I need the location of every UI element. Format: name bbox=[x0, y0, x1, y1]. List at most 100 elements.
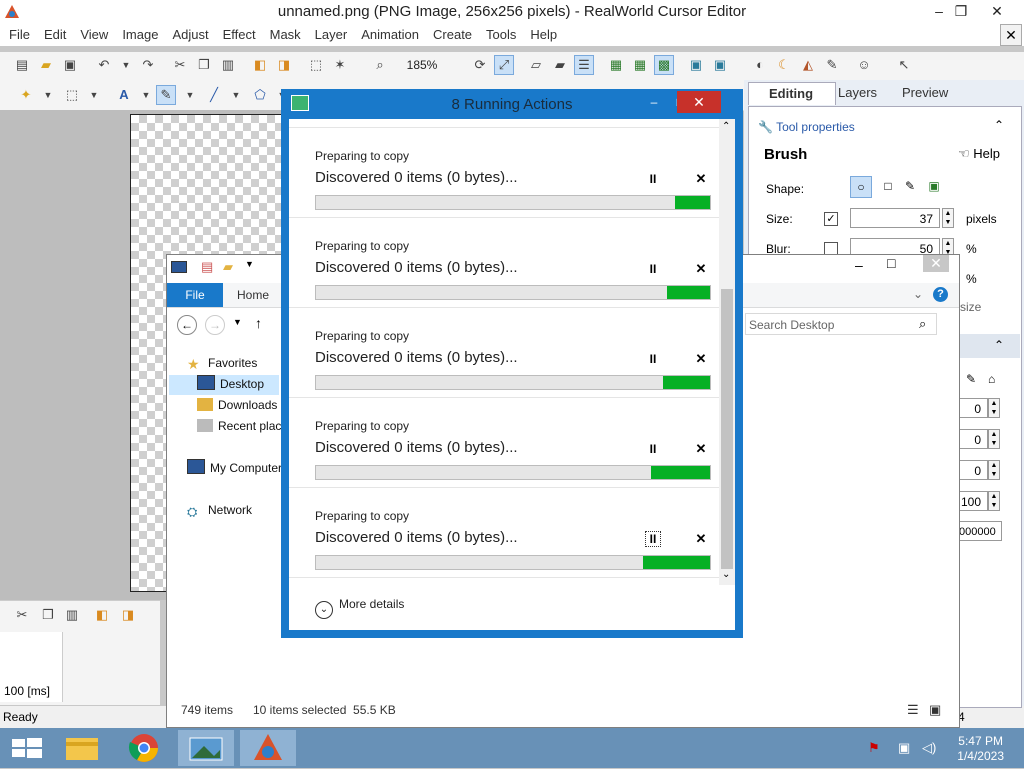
collapse-icon[interactable]: ⌃ bbox=[994, 118, 1004, 132]
menu-view[interactable]: View bbox=[73, 24, 115, 46]
explorer-minimize-icon[interactable]: – bbox=[855, 257, 863, 273]
layer-copy-icon[interactable]: ◧ bbox=[250, 55, 270, 75]
large-icons-view-icon[interactable]: ▣ bbox=[929, 702, 941, 718]
moon-icon[interactable]: ☾ bbox=[774, 55, 794, 75]
brush-icon[interactable]: ✎ bbox=[822, 55, 842, 75]
search-icon[interactable]: ⌕ bbox=[919, 316, 926, 332]
scroll-up-icon[interactable]: ⌃ bbox=[722, 121, 730, 132]
picture-alt-icon[interactable]: ▣ bbox=[710, 55, 730, 75]
square-shape-icon[interactable]: □ bbox=[878, 176, 898, 196]
menu-file[interactable]: File bbox=[2, 24, 37, 46]
shape-tool-icon[interactable]: ⬠ bbox=[250, 85, 270, 105]
line-tool-icon[interactable]: ╱ bbox=[204, 85, 224, 105]
picture-icon[interactable]: ▣ bbox=[686, 55, 706, 75]
nav-favorites[interactable]: ★ Favorites bbox=[187, 353, 257, 373]
num-spinner-2[interactable]: ▲ ▼ bbox=[988, 429, 1000, 449]
anim-copy-icon[interactable]: ❐ bbox=[38, 605, 58, 625]
anim-duplicate-icon[interactable]: ◨ bbox=[118, 605, 138, 625]
quick-access-dropdown-icon[interactable]: ▼ bbox=[245, 259, 254, 269]
pen-shape-icon[interactable]: ✎ bbox=[900, 176, 920, 196]
nav-my-computer[interactable]: My Computer bbox=[187, 458, 281, 478]
pause-icon[interactable]: II bbox=[645, 351, 661, 367]
new-icon[interactable]: ▤ bbox=[12, 55, 32, 75]
menu-effect[interactable]: Effect bbox=[216, 24, 263, 46]
nav-desktop[interactable]: Desktop bbox=[197, 374, 264, 394]
anim-paste-icon[interactable]: ▥ bbox=[62, 605, 82, 625]
new-folder-icon[interactable]: ▰ bbox=[223, 259, 233, 275]
forward-icon[interactable]: → bbox=[205, 315, 225, 335]
pause-icon[interactable]: II bbox=[645, 261, 661, 277]
dialog-minimize-button[interactable]: – bbox=[641, 91, 667, 113]
brush-tool-icon[interactable]: ✎ bbox=[156, 85, 176, 105]
paste-icon[interactable]: ▥ bbox=[218, 55, 238, 75]
size-spinner[interactable]: ▲ ▼ bbox=[942, 208, 954, 228]
ribbon-expand-icon[interactable]: ⌄ bbox=[913, 287, 923, 301]
actual-size-icon[interactable]: ⤢ bbox=[494, 55, 514, 75]
num-spinner-1[interactable]: ▲ ▼ bbox=[988, 398, 1000, 418]
image-view-icon[interactable]: ▩ bbox=[654, 55, 674, 75]
search-input[interactable]: Search Desktop bbox=[745, 313, 937, 335]
menu-help[interactable]: Help bbox=[523, 24, 564, 46]
ribbon-file-tab[interactable]: File bbox=[167, 283, 223, 307]
num-field-4[interactable]: 100 bbox=[958, 491, 988, 511]
explorer-close-icon[interactable]: ✕ bbox=[923, 255, 949, 272]
menu-tools[interactable]: Tools bbox=[479, 24, 523, 46]
contrast-icon[interactable]: ◐ bbox=[750, 55, 770, 75]
grid-fine-icon[interactable]: ▦ bbox=[630, 55, 650, 75]
cursor-editor-icon[interactable] bbox=[240, 730, 296, 766]
pencil-fill-icon[interactable]: ◭ bbox=[798, 55, 818, 75]
network-tray-icon[interactable]: ▣ bbox=[898, 740, 910, 756]
collapse-icon-2[interactable]: ⌃ bbox=[994, 338, 1004, 352]
pause-icon[interactable]: II bbox=[645, 171, 661, 187]
num-spinner-3[interactable]: ▲ ▼ bbox=[988, 460, 1000, 480]
explorer-maximize-icon[interactable]: □ bbox=[887, 255, 895, 271]
selection-tool-icon[interactable]: ⬚ bbox=[62, 85, 82, 105]
nav-downloads[interactable]: Downloads bbox=[197, 395, 277, 415]
menu-animation[interactable]: Animation bbox=[354, 24, 426, 46]
document-close-button[interactable]: ✕ bbox=[1000, 24, 1022, 46]
undo-icon[interactable]: ↶ bbox=[94, 55, 114, 75]
cancel-icon[interactable]: ✕ bbox=[693, 441, 709, 457]
cancel-icon[interactable]: ✕ bbox=[693, 261, 709, 277]
circle-shape-icon[interactable]: ○ bbox=[850, 176, 872, 198]
cancel-icon[interactable]: ✕ bbox=[693, 531, 709, 547]
zoom-icon[interactable]: ⌕ bbox=[370, 55, 390, 75]
magic-wand-icon[interactable]: ✶ bbox=[330, 55, 350, 75]
grid-icon[interactable]: ▦ bbox=[606, 55, 626, 75]
brush-dropdown-icon[interactable]: ▼ bbox=[180, 85, 200, 105]
undo-dropdown-icon[interactable]: ▼ bbox=[116, 55, 136, 75]
text-dropdown-icon[interactable]: ▼ bbox=[136, 85, 156, 105]
stamp-icon[interactable]: ▰ bbox=[550, 55, 570, 75]
details-view-icon[interactable]: ☰ bbox=[907, 702, 919, 718]
more-details-button[interactable]: ⌄ More details bbox=[315, 597, 404, 619]
zoom-level[interactable]: 185% bbox=[398, 55, 446, 75]
anim-cut-icon[interactable]: ✂ bbox=[12, 605, 32, 625]
photo-viewer-icon[interactable] bbox=[178, 730, 234, 766]
text-tool-icon[interactable]: A bbox=[114, 85, 134, 105]
save-icon[interactable]: ▣ bbox=[60, 55, 80, 75]
up-icon[interactable]: ↑ bbox=[255, 315, 262, 331]
open-folder-icon[interactable]: ▰ bbox=[36, 55, 56, 75]
menu-mask[interactable]: Mask bbox=[263, 24, 308, 46]
menu-layer[interactable]: Layer bbox=[308, 24, 355, 46]
wand-dropdown-icon[interactable]: ▼ bbox=[38, 85, 58, 105]
scrollbar-thumb[interactable] bbox=[721, 289, 733, 569]
image-shape-icon[interactable]: ▣ bbox=[924, 176, 944, 196]
zoom-fit-icon[interactable]: ⟳ bbox=[470, 55, 490, 75]
dialog-close-button[interactable]: ✕ bbox=[677, 91, 721, 113]
tab-preview[interactable]: Preview bbox=[882, 82, 968, 104]
line-dropdown-icon[interactable]: ▼ bbox=[226, 85, 246, 105]
scroll-down-icon[interactable]: ⌄ bbox=[722, 569, 730, 580]
redo-icon[interactable]: ↷ bbox=[138, 55, 158, 75]
anim-add-frame-icon[interactable]: ◧ bbox=[92, 605, 112, 625]
color-hex-field[interactable]: 000000 bbox=[958, 521, 1002, 541]
pointer-icon[interactable]: ↖ bbox=[894, 55, 914, 75]
num-field-3[interactable]: 0 bbox=[958, 460, 988, 480]
pause-icon[interactable]: II bbox=[645, 531, 661, 547]
cancel-icon[interactable]: ✕ bbox=[693, 171, 709, 187]
maximize-button[interactable]: ❐ bbox=[944, 0, 978, 22]
help-link[interactable]: ☜ Help bbox=[958, 146, 1000, 162]
menu-image[interactable]: Image bbox=[115, 24, 165, 46]
back-icon[interactable]: ← bbox=[177, 315, 197, 335]
cancel-icon[interactable]: ✕ bbox=[693, 351, 709, 367]
